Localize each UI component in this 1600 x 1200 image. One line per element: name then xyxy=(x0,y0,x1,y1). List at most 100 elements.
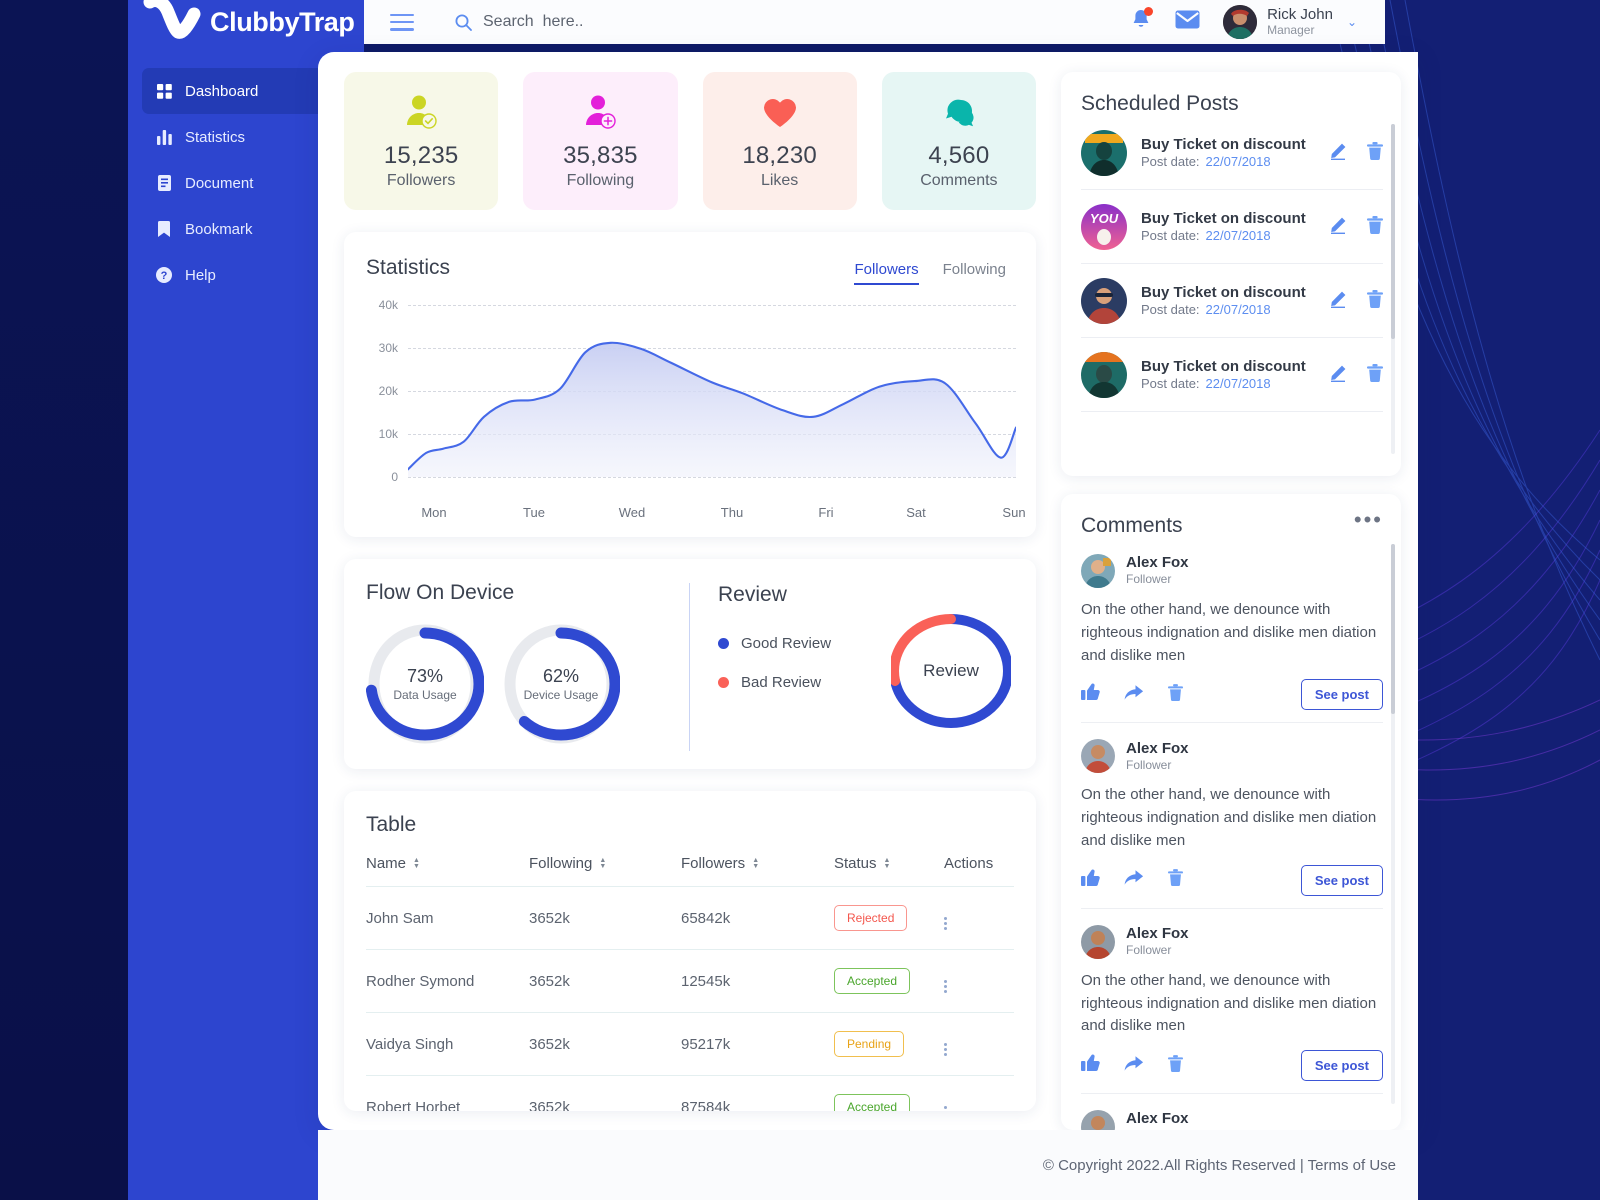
envelope-icon[interactable] xyxy=(1175,10,1200,34)
column-header-followers[interactable]: Followers ▲ ▼ xyxy=(681,855,834,887)
brand-name: ClubbyTrap xyxy=(210,6,355,37)
footer: © Copyright 2022.All Rights Reserved | T… xyxy=(318,1130,1418,1200)
brand-logo[interactable]: ClubbyTrap xyxy=(128,0,364,44)
column-label: Followers xyxy=(681,855,746,872)
sort-icon[interactable]: ▲ ▼ xyxy=(884,857,891,870)
review-donut[interactable]: Review xyxy=(889,607,1014,735)
section-title: Table xyxy=(366,813,417,836)
user-plus-icon xyxy=(583,92,617,132)
bell-icon[interactable] xyxy=(1130,7,1154,36)
stat-label: Following xyxy=(566,172,635,189)
row-actions-menu-icon[interactable] xyxy=(944,979,947,993)
table-panel: Table Name ▲ ▼ Following ▲ ▼ Followers ▲… xyxy=(344,791,1036,1111)
left-column: 15,235 Followers 35,835 Following 18,230… xyxy=(344,52,1036,1130)
share-arrow-icon[interactable] xyxy=(1124,684,1144,706)
post-date-label: Post date: xyxy=(1141,227,1200,243)
scheduled-post-item[interactable]: YOU Buy Ticket on discount Post date: 22/… xyxy=(1081,190,1383,264)
x-axis-tick: Sun xyxy=(1002,505,1026,520)
avatar xyxy=(1223,5,1258,39)
status-badge: Rejected xyxy=(834,905,908,931)
scrollbar-track[interactable] xyxy=(1391,544,1395,1104)
cell-followers: 95217k xyxy=(681,1012,834,1076)
statistics-panel: Statistics Followers Following 40k 30k 2… xyxy=(344,232,1036,537)
scheduled-post-item[interactable]: Buy Ticket on discount Post date: 22/07/2… xyxy=(1081,338,1383,412)
table-row[interactable]: Rodher Symond 3652k 12545k Accepted xyxy=(366,949,1014,1013)
scrollbar-thumb[interactable] xyxy=(1391,544,1395,714)
post-date-value: 22/07/2018 xyxy=(1205,227,1271,243)
thumbs-up-icon[interactable] xyxy=(1081,683,1100,706)
row-actions-menu-icon[interactable] xyxy=(944,916,947,930)
sort-icon[interactable]: ▲ ▼ xyxy=(752,857,759,870)
column-header-name[interactable]: Name ▲ ▼ xyxy=(366,855,529,887)
see-post-button[interactable]: See post xyxy=(1300,864,1383,896)
search-bar[interactable] xyxy=(455,13,903,31)
column-header-following[interactable]: Following ▲ ▼ xyxy=(529,855,681,887)
share-arrow-icon[interactable] xyxy=(1124,869,1144,891)
row-actions-menu-icon[interactable] xyxy=(944,1042,947,1056)
trash-icon[interactable] xyxy=(1168,869,1183,891)
comment-item: Alex Fox Follower On the other hand, we … xyxy=(1081,723,1383,909)
thumbs-up-icon[interactable] xyxy=(1081,869,1100,892)
chevron-down-icon[interactable]: ⌄ xyxy=(1347,15,1357,29)
top-bar-actions: Rick John Manager ⌄ xyxy=(1130,5,1385,39)
table-row[interactable]: Robert Horbet 3652k 87584k Accepted xyxy=(366,1075,1014,1111)
tab-following[interactable]: Following xyxy=(943,261,1006,285)
tab-followers[interactable]: Followers xyxy=(854,261,919,285)
scrollbar-thumb[interactable] xyxy=(1391,124,1395,339)
ellipsis-icon[interactable]: ••• xyxy=(1354,509,1383,531)
x-axis-tick: Mon xyxy=(421,505,447,520)
see-post-button[interactable]: See post xyxy=(1300,1050,1383,1082)
share-arrow-icon[interactable] xyxy=(1124,1055,1144,1077)
pencil-icon[interactable] xyxy=(1329,364,1347,387)
post-title: Buy Ticket on discount xyxy=(1141,283,1306,301)
hamburger-icon[interactable] xyxy=(390,13,414,31)
stat-card-comments[interactable]: 4,560 Comments xyxy=(881,72,1036,210)
see-post-button[interactable]: See post xyxy=(1300,679,1383,711)
search-input[interactable] xyxy=(483,13,903,31)
trash-icon[interactable] xyxy=(1168,1054,1183,1077)
scheduled-post-item[interactable]: Buy Ticket on discount Post date: 22/07/2… xyxy=(1081,264,1383,338)
comment-item: Alex Fox Follower On the other hand, we … xyxy=(1081,538,1383,724)
sort-icon[interactable]: ▲ ▼ xyxy=(599,857,606,870)
trash-icon[interactable] xyxy=(1367,289,1383,313)
bar-chart-icon xyxy=(156,129,172,145)
flow-review-panel: Flow On Device 73% Data Usage 62% Device… xyxy=(344,559,1036,769)
donut-data-usage[interactable]: 73% Data Usage xyxy=(365,623,485,745)
user-menu[interactable]: Rick John Manager ⌄ xyxy=(1223,5,1357,39)
trash-icon[interactable] xyxy=(1168,683,1183,706)
x-axis-tick: Wed xyxy=(618,505,646,520)
donut-device-usage[interactable]: 62% Device Usage xyxy=(501,623,621,745)
post-title: Buy Ticket on discount xyxy=(1141,135,1306,153)
post-title: Buy Ticket on discount xyxy=(1141,357,1306,375)
notification-badge xyxy=(1144,7,1154,16)
column-header-status[interactable]: Status ▲ ▼ xyxy=(834,855,944,887)
avatar xyxy=(1081,924,1115,959)
row-actions-menu-icon[interactable] xyxy=(944,1105,947,1111)
comment-author: Alex Fox xyxy=(1126,554,1189,572)
pencil-icon[interactable] xyxy=(1329,290,1347,313)
scheduled-post-item[interactable]: Buy Ticket on discount Post date: 22/07/2… xyxy=(1081,116,1383,190)
stat-card-likes[interactable]: 18,230 Likes xyxy=(702,72,857,210)
stat-label: Likes xyxy=(760,172,799,189)
cell-followers: 12545k xyxy=(681,949,834,1013)
post-date-value: 22/07/2018 xyxy=(1205,375,1271,391)
stat-card-following[interactable]: 35,835 Following xyxy=(523,72,678,210)
stat-card-followers[interactable]: 15,235 Followers xyxy=(344,72,499,210)
data-table: Name ▲ ▼ Following ▲ ▼ Followers ▲ ▼ Sta… xyxy=(366,855,1014,1111)
pencil-icon[interactable] xyxy=(1329,142,1347,165)
scrollbar-track[interactable] xyxy=(1391,124,1395,454)
trash-icon[interactable] xyxy=(1367,141,1383,165)
thumbs-up-icon[interactable] xyxy=(1081,1054,1100,1077)
review-center-label: Review xyxy=(923,661,979,680)
trash-icon[interactable] xyxy=(1367,363,1383,387)
legend-item-bad-review[interactable]: Bad Review xyxy=(718,674,831,691)
table-row[interactable]: John Sam 3652k 65842k Rejected xyxy=(366,886,1014,950)
table-row[interactable]: Vaidya Singh 3652k 95217k Pending xyxy=(366,1012,1014,1076)
trash-icon[interactable] xyxy=(1367,215,1383,239)
donut-group: 73% Data Usage 62% Device Usage xyxy=(365,623,689,745)
right-column: Scheduled Posts Buy Ticket on discount P… xyxy=(1061,52,1401,1130)
pencil-icon[interactable] xyxy=(1329,216,1347,239)
legend-item-good-review[interactable]: Good Review xyxy=(718,635,831,652)
status-badge: Accepted xyxy=(834,968,911,994)
sort-icon[interactable]: ▲ ▼ xyxy=(413,857,420,870)
